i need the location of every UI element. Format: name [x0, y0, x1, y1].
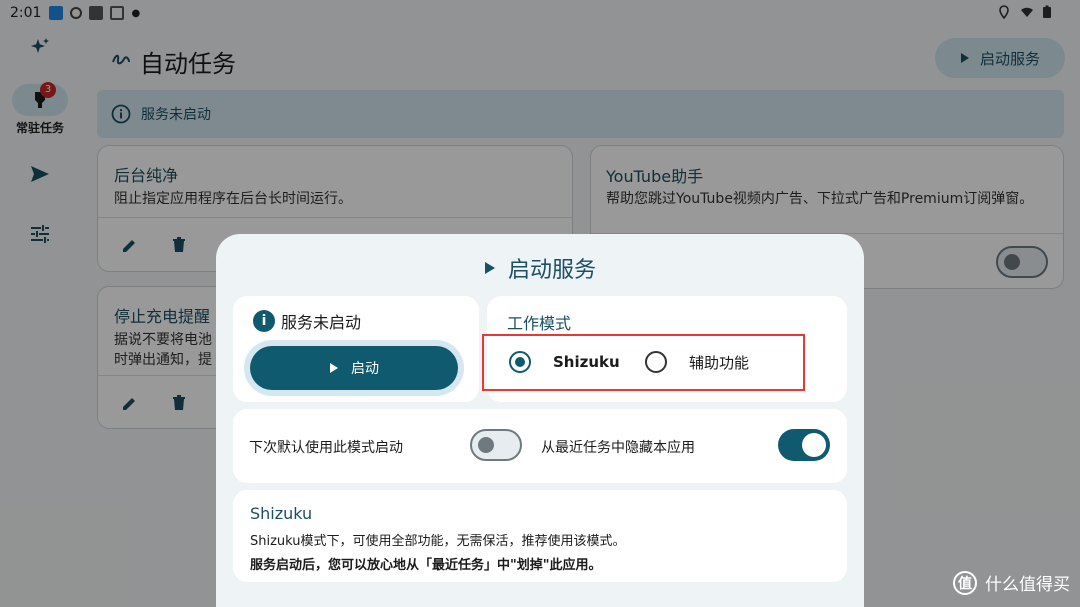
- mode-description-panel: Shizuku Shizuku模式下，可使用全部功能，无需保活，推荐使用该模式。…: [233, 490, 847, 582]
- description-title: Shizuku: [250, 504, 313, 523]
- start-button[interactable]: 启动: [250, 346, 458, 390]
- dialog-title: 启动服务: [216, 252, 864, 284]
- dialog-title-text: 启动服务: [507, 258, 596, 283]
- watermark-text: 什么值得买: [985, 575, 1070, 595]
- service-status-text: 服务未启动: [281, 313, 362, 332]
- start-service-dialog: 启动服务 i 服务未启动 启动 工作模式 Shizuku 辅助功能 下次默认使用…: [216, 234, 864, 607]
- description-line-bold: 服务启动后，您可以放心地从「最近任务」中"划掉"此应用。: [250, 558, 602, 573]
- service-status-panel: i 服务未启动 启动: [233, 296, 479, 402]
- default-mode-option-label: 下次默认使用此模式启动: [249, 440, 403, 456]
- hide-recents-toggle[interactable]: [778, 429, 830, 461]
- highlight-annotation-box: [482, 334, 805, 391]
- default-mode-toggle[interactable]: [470, 429, 522, 461]
- start-button-focus-ring: 启动: [244, 340, 464, 396]
- info-icon: i: [253, 310, 275, 332]
- description-line: Shizuku模式下，可使用全部功能，无需保活，推荐使用该模式。: [250, 534, 626, 549]
- options-panel: 下次默认使用此模式启动 从最近任务中隐藏本应用: [233, 409, 847, 483]
- work-mode-title: 工作模式: [507, 314, 572, 333]
- watermark: 值 什么值得买: [953, 570, 1070, 595]
- hide-recents-option-label: 从最近任务中隐藏本应用: [541, 440, 695, 456]
- play-icon: [484, 262, 495, 274]
- watermark-logo: 值: [953, 570, 977, 595]
- start-button-label: 启动: [351, 361, 379, 377]
- play-icon: [330, 363, 338, 373]
